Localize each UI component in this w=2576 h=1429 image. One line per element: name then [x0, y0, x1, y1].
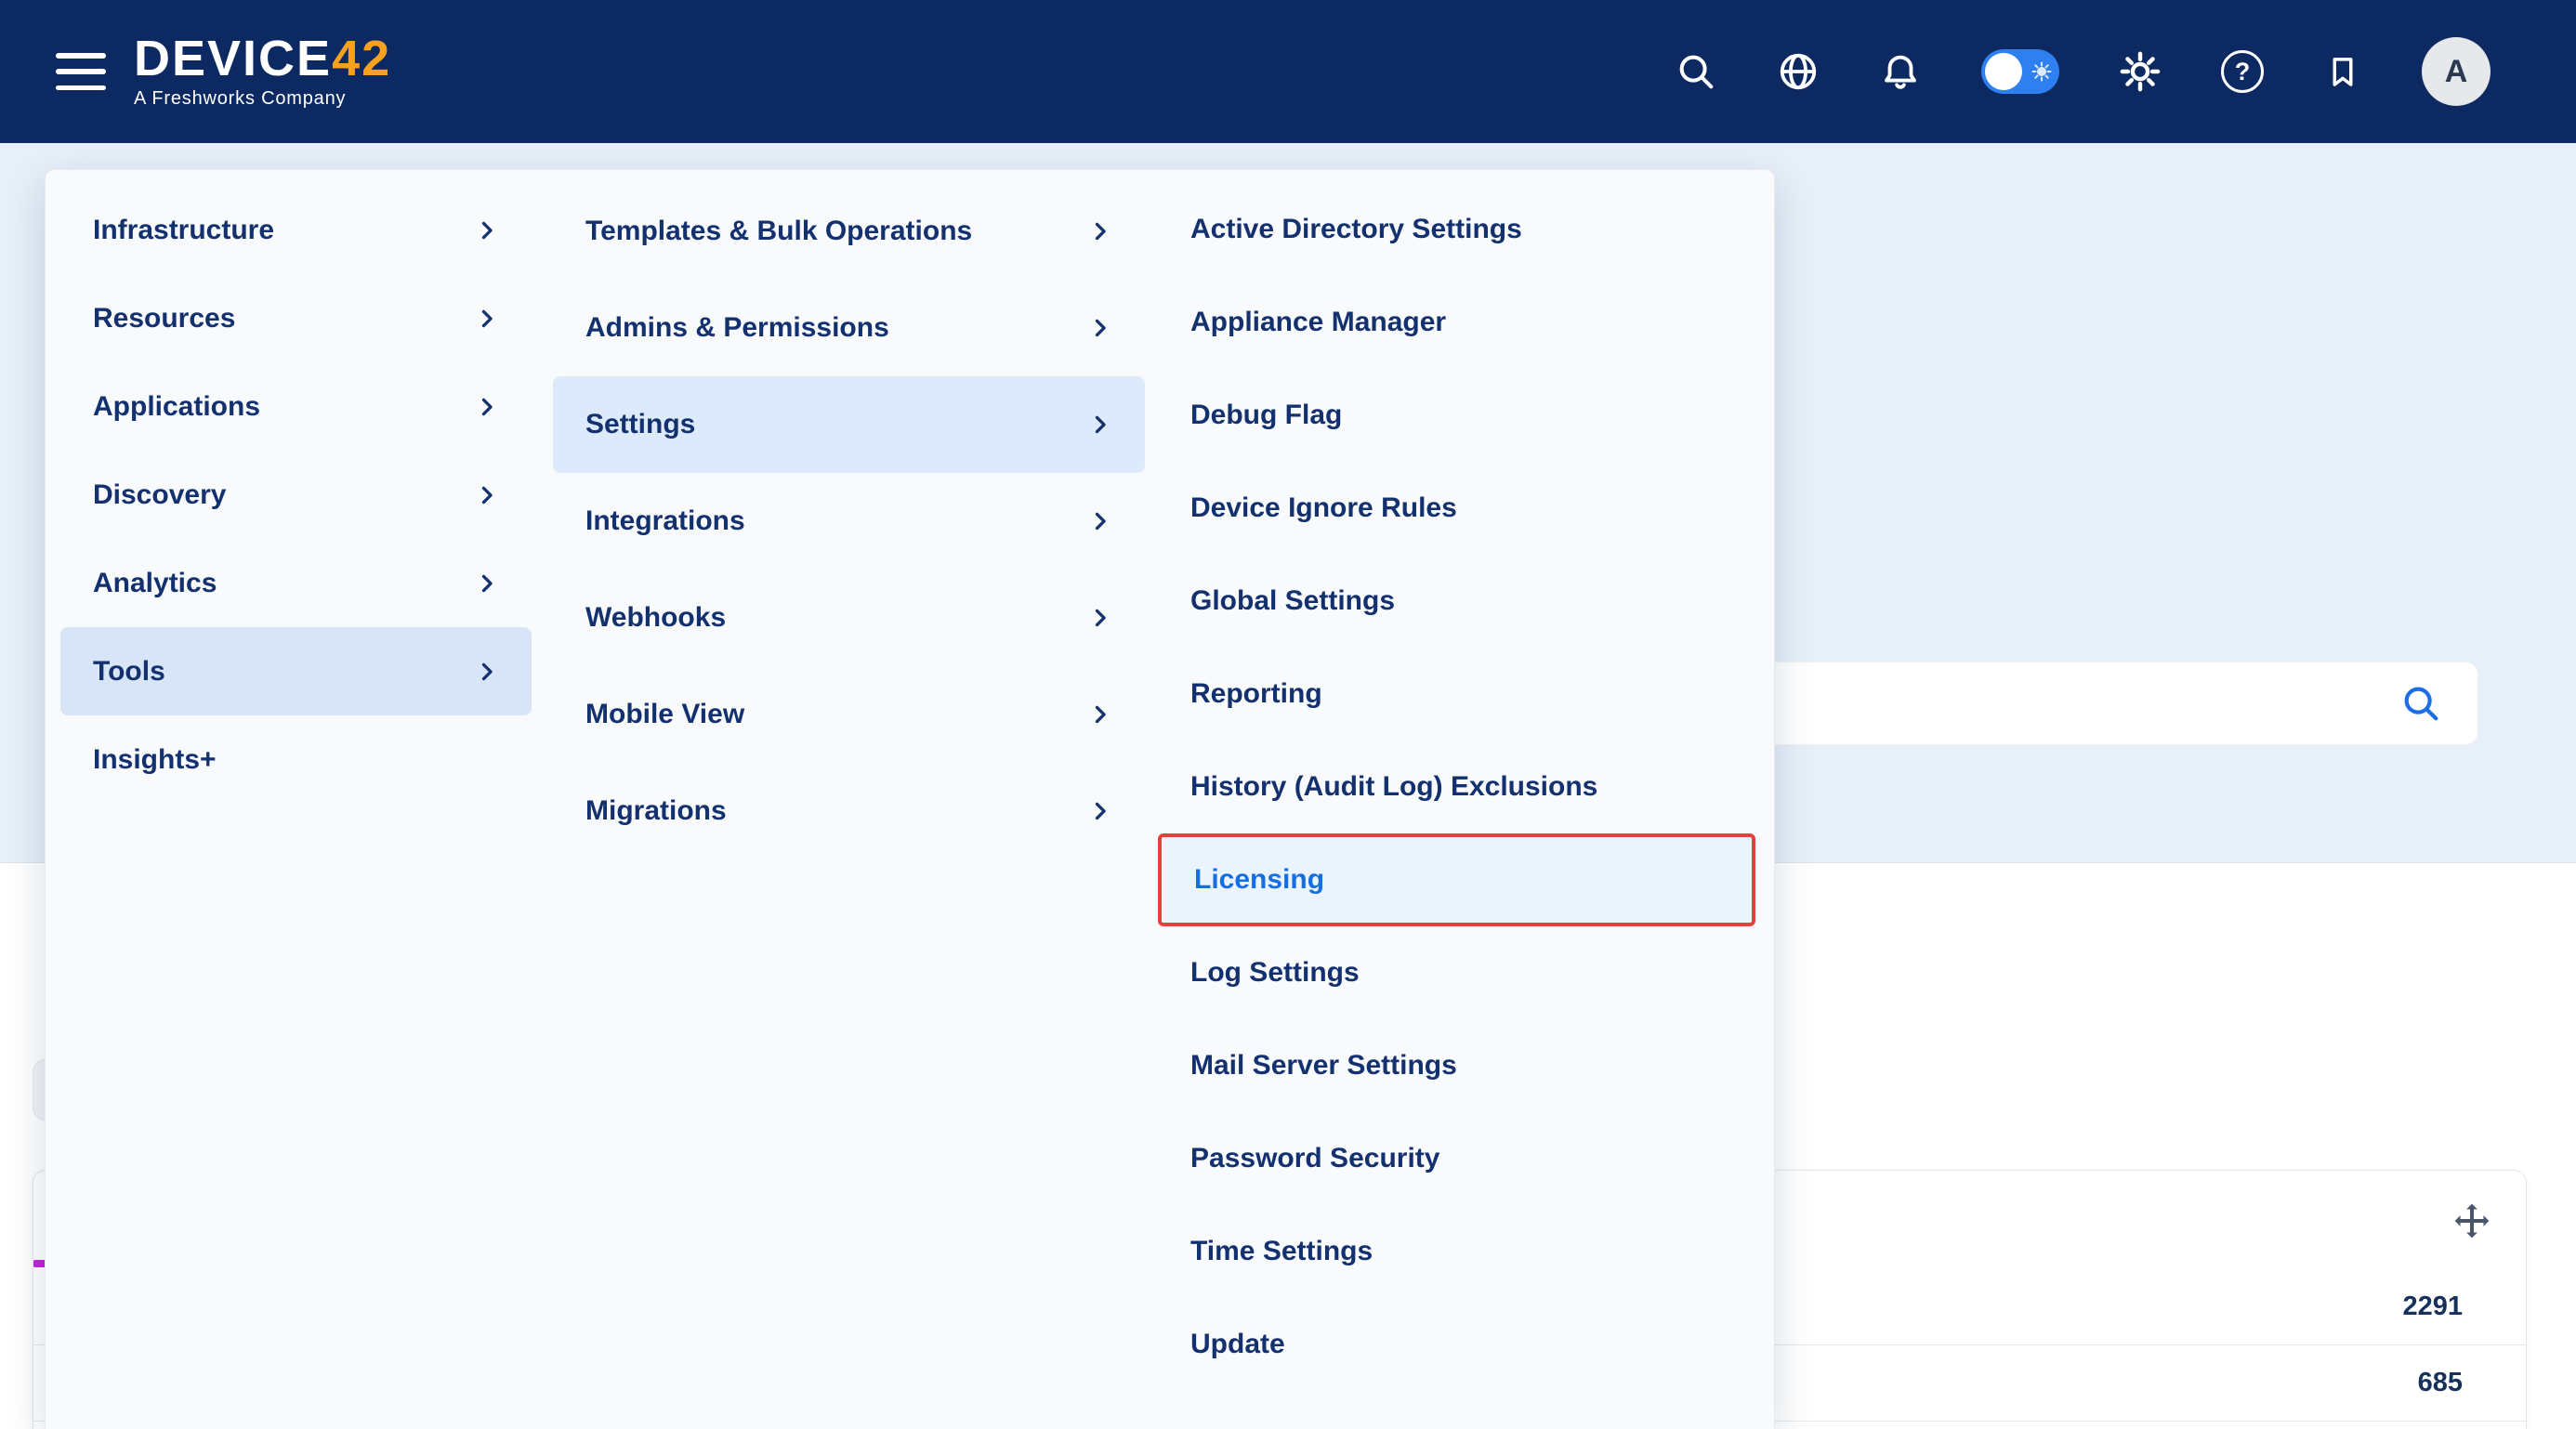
menu-item-mobile-view[interactable]: Mobile View — [553, 666, 1145, 763]
bookmark-icon[interactable] — [2323, 50, 2362, 93]
top-navbar: DEVICE42 A Freshworks Company — [0, 0, 2576, 143]
menu-column-level1: Infrastructure Resources Applications Di… — [60, 186, 532, 804]
search-icon[interactable] — [2399, 682, 2442, 725]
menu-item-log-settings[interactable]: Log Settings — [1158, 926, 1755, 1019]
navbar-actions: ? A — [1675, 37, 2491, 106]
chevron-right-icon — [474, 570, 500, 597]
chevron-right-icon — [1087, 218, 1113, 244]
globe-icon[interactable] — [1777, 50, 1820, 93]
menu-item-time-settings[interactable]: Time Settings — [1158, 1205, 1755, 1298]
menu-item-infrastructure[interactable]: Infrastructure — [60, 186, 532, 274]
brand-name: DEVICE42 — [134, 33, 391, 84]
search-icon[interactable] — [1675, 50, 1717, 93]
menu-item-insights-plus[interactable]: Insights+ — [60, 715, 532, 804]
stat-value: 2291 — [2402, 1291, 2463, 1322]
stat-value: 685 — [2418, 1368, 2463, 1398]
chevron-right-icon — [1087, 315, 1113, 341]
mega-menu-panel: Infrastructure Resources Applications Di… — [45, 169, 1775, 1429]
chevron-right-icon — [1087, 605, 1113, 631]
menu-item-webhooks[interactable]: Webhooks — [553, 570, 1145, 666]
menu-item-debug-flag[interactable]: Debug Flag — [1158, 369, 1755, 462]
chevron-right-icon — [1087, 508, 1113, 534]
screen: 2291 685 DEVICE42 A Freshworks Company — [0, 0, 2576, 1429]
menu-item-active-directory-settings[interactable]: Active Directory Settings — [1158, 183, 1755, 276]
menu-column-level3: Active Directory Settings Appliance Mana… — [1158, 183, 1755, 1391]
help-icon[interactable]: ? — [2221, 50, 2264, 93]
user-avatar[interactable]: A — [2422, 37, 2491, 106]
chevron-right-icon — [1087, 701, 1113, 728]
avatar-initial: A — [2445, 54, 2468, 90]
menu-item-password-security[interactable]: Password Security — [1158, 1112, 1755, 1205]
menu-item-analytics[interactable]: Analytics — [60, 539, 532, 627]
move-icon[interactable] — [2451, 1200, 2492, 1241]
menu-item-tools[interactable]: Tools — [60, 627, 532, 715]
chevron-right-icon — [1087, 412, 1113, 438]
brand-logo[interactable]: DEVICE42 A Freshworks Company — [134, 33, 391, 110]
menu-item-licensing[interactable]: Licensing — [1158, 833, 1755, 926]
menu-item-device-ignore-rules[interactable]: Device Ignore Rules — [1158, 462, 1755, 555]
toggle-knob — [1985, 53, 2022, 90]
menu-item-resources[interactable]: Resources — [60, 274, 532, 362]
menu-item-appliance-manager[interactable]: Appliance Manager — [1158, 276, 1755, 369]
sun-icon — [2031, 60, 2053, 83]
menu-item-integrations[interactable]: Integrations — [553, 473, 1145, 570]
chevron-right-icon — [474, 394, 500, 420]
menu-column-level2: Templates & Bulk Operations Admins & Per… — [553, 183, 1145, 859]
settings-gear-icon[interactable] — [2119, 50, 2162, 93]
menu-item-global-settings[interactable]: Global Settings — [1158, 555, 1755, 648]
chevron-right-icon — [474, 482, 500, 508]
hamburger-menu-icon[interactable] — [56, 53, 106, 90]
chevron-right-icon — [474, 306, 500, 332]
menu-item-reporting[interactable]: Reporting — [1158, 648, 1755, 741]
menu-item-admins-permissions[interactable]: Admins & Permissions — [553, 280, 1145, 376]
theme-toggle[interactable] — [1981, 49, 2059, 94]
menu-item-history-audit-log-exclusions[interactable]: History (Audit Log) Exclusions — [1158, 741, 1755, 833]
chevron-right-icon — [1087, 798, 1113, 824]
brand-tagline: A Freshworks Company — [134, 88, 391, 110]
menu-item-migrations[interactable]: Migrations — [553, 763, 1145, 859]
chevron-right-icon — [474, 217, 500, 243]
question-mark: ? — [2221, 50, 2264, 93]
chevron-right-icon — [474, 659, 500, 685]
menu-item-settings[interactable]: Settings — [553, 376, 1145, 473]
menu-item-discovery[interactable]: Discovery — [60, 451, 532, 539]
menu-item-update[interactable]: Update — [1158, 1298, 1755, 1391]
notifications-bell-icon[interactable] — [1879, 50, 1922, 93]
menu-item-mail-server-settings[interactable]: Mail Server Settings — [1158, 1019, 1755, 1112]
menu-item-applications[interactable]: Applications — [60, 362, 532, 451]
menu-item-templates-bulk-operations[interactable]: Templates & Bulk Operations — [553, 183, 1145, 280]
